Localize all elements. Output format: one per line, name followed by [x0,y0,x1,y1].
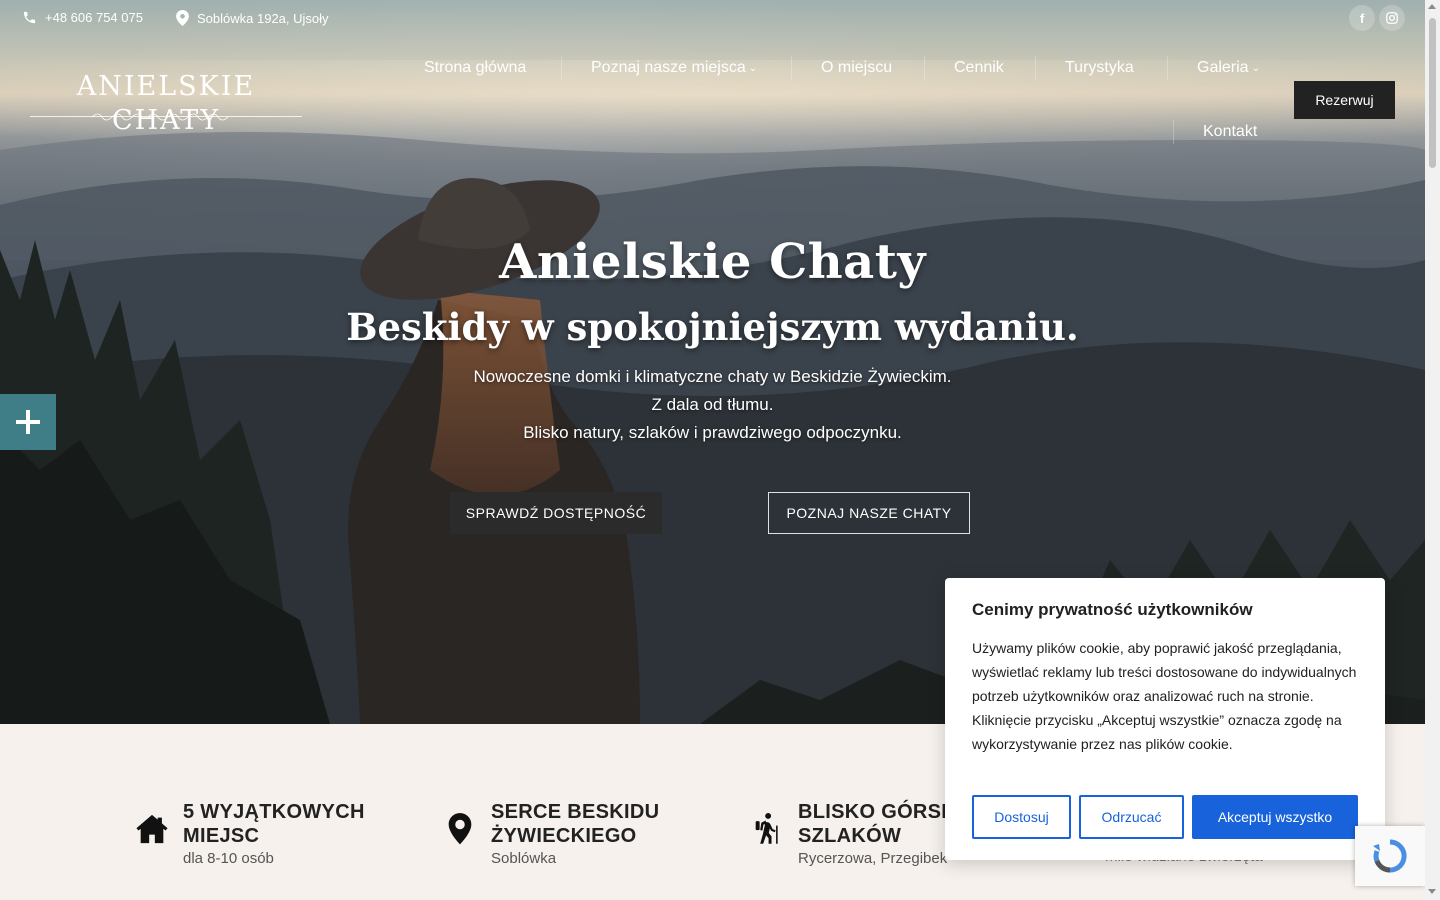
cookie-accept-all-button[interactable]: Akceptuj wszystko [1192,795,1358,839]
scroll-up-arrow[interactable] [1428,4,1436,9]
nav-label: Cennik [954,59,1004,76]
page-scrollbar[interactable] [1425,0,1440,900]
hero-line-1: Nowoczesne domki i klimatyczne chaty w B… [473,367,952,386]
nav-turystyka[interactable]: Turystyka [1065,59,1134,77]
hero-line-2: Z dala od tłumu. [651,395,774,414]
chevron-down-icon: ⌄ [748,62,758,74]
cookie-title: Cenimy prywatność użytkowników [972,600,1253,619]
phone-icon [23,11,36,24]
cookie-customize-button[interactable]: Dostosuj [972,795,1071,839]
nav-label: Strona główna [424,59,527,76]
hiker-icon [755,813,778,844]
chevron-down-icon: ⌄ [1251,62,1260,74]
hero-line-3: Blisko natury, szlaków i prawdziwego odp… [523,423,902,442]
cookie-consent-banner: Cenimy prywatność użytkowników Używamy p… [945,578,1385,860]
logo-script-flourish [91,113,229,121]
side-panel-toggle[interactable] [0,394,56,450]
hero-title: Anielskie Chaty [499,234,926,290]
feature-item: 5 WYJĄTKOWYCH MIEJSC dla 8-10 osób [135,800,365,867]
nav-label: O miejscu [821,59,893,76]
plus-icon [16,410,40,434]
discover-chalets-button[interactable]: POZNAJ NASZE CHATY [768,492,970,534]
nav-poznaj-nasze-miejsca[interactable]: Poznaj nasze miejsca ⌄ [591,59,757,77]
nav-cennik[interactable]: Cennik [954,59,1004,77]
nav-divider [1035,56,1036,80]
nav-divider [924,56,925,80]
feature-subtitle: dla 8-10 osób [183,850,274,867]
feature-title: 5 WYJĄTKOWYCH [183,801,365,823]
check-availability-button[interactable]: SPRAWDŹ DOSTĘPNOŚĆ [450,492,662,534]
location-pin-icon [176,10,189,26]
nav-label: Kontakt [1203,123,1258,140]
nav-divider [791,56,792,80]
phone-number: +48 606 754 075 [45,10,143,25]
nav-divider [1167,56,1168,80]
feature-item: SERCE BESKIDU ŻYWIECKIEGO Soblówka [443,800,659,867]
nav-label: Galeria [1197,59,1249,76]
scrollbar-thumb[interactable] [1429,18,1436,168]
address-text: Soblówka 192a, Ujsoły [197,10,329,26]
feature-title: MIEJSC [183,825,260,847]
instagram-icon[interactable] [1379,5,1405,31]
feature-title: ŻYWIECKIEGO [491,825,637,847]
feature-title: SERCE BESKIDU [491,801,660,823]
nav-strona-glowna[interactable]: Strona główna [424,59,526,77]
scroll-down-arrow[interactable] [1428,889,1436,894]
house-icon [136,814,168,844]
recaptcha-icon [1373,839,1407,873]
feature-subtitle: Soblówka [491,850,557,867]
reserve-button[interactable]: Rezerwuj [1294,81,1395,119]
cookie-text: Używamy plików cookie, aby poprawić jako… [972,640,1357,752]
site-logo[interactable]: ANIELSKIE CHATY [30,70,302,136]
cookie-reject-button[interactable]: Odrzucać [1079,795,1184,839]
nav-o-miejscu[interactable]: O miejscu [821,59,892,77]
hero-subtitle: Beskidy w spokojniejszym wydaniu. [346,305,1079,349]
nav-divider [1173,120,1174,144]
logo-wordmark: ANIELSKIE CHATY [76,71,256,136]
nav-divider [561,56,562,80]
nav-label: Turystyka [1065,59,1134,76]
nav-label: Poznaj nasze miejsca [591,59,746,76]
top-bar: +48 606 754 075 Soblówka 192a, Ujsoły f [0,0,1425,36]
logo-underline [30,116,302,117]
recaptcha-badge[interactable] [1355,826,1425,886]
map-pin-icon [448,813,472,845]
address-contact[interactable]: Soblówka 192a, Ujsoły [176,10,329,26]
phone-contact[interactable]: +48 606 754 075 [22,10,143,25]
nav-galeria[interactable]: Galeria ⌄ [1197,59,1260,77]
nav-kontakt[interactable]: Kontakt [1203,123,1257,141]
facebook-icon[interactable]: f [1349,5,1375,31]
